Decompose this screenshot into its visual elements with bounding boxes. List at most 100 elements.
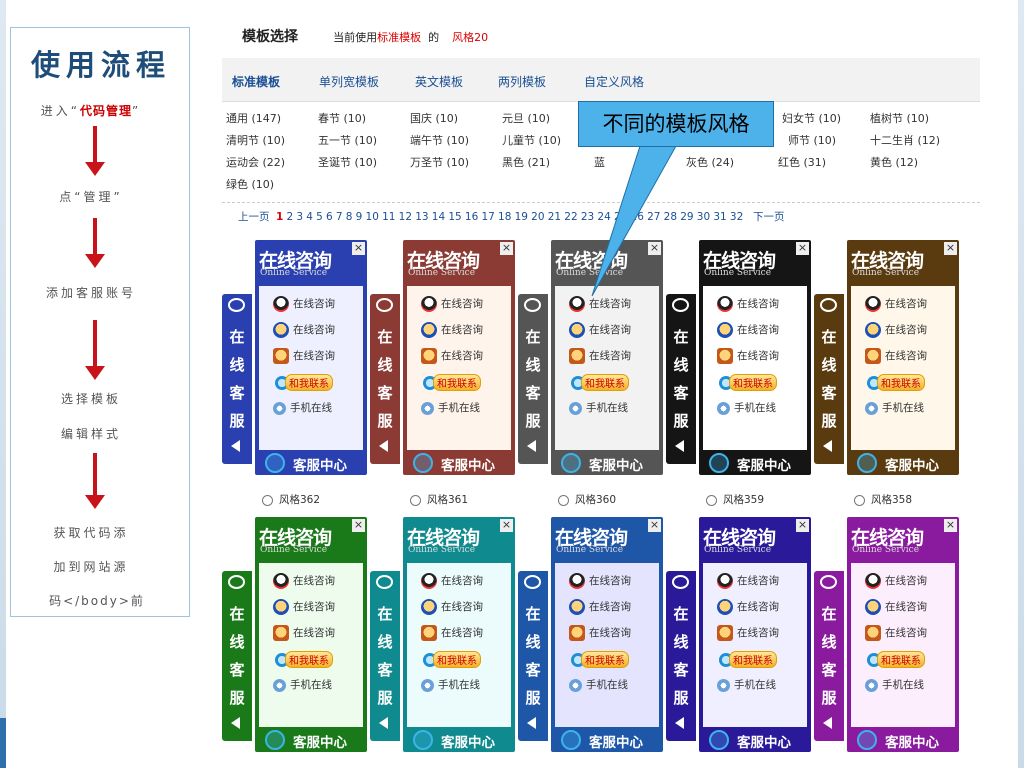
mobile-online-row[interactable]: 手机在线	[717, 677, 776, 692]
page-number-link[interactable]: 9	[356, 211, 363, 223]
category-link[interactable]: 清明节 (10)	[226, 132, 285, 148]
page-number-link[interactable]: 13	[415, 211, 428, 223]
mobile-online-row[interactable]: 手机在线	[273, 400, 332, 415]
page-number-link[interactable]: 21	[548, 211, 561, 223]
qq-chat-row[interactable]: 在线咨询	[421, 296, 483, 312]
page-number-link[interactable]: 8	[346, 211, 353, 223]
chat-row[interactable]: 在线咨询	[569, 322, 631, 338]
close-icon[interactable]: ×	[500, 242, 513, 255]
page-number-link[interactable]: 7	[336, 211, 343, 223]
chat-row[interactable]: 在线咨询	[717, 625, 779, 641]
tab-two-column[interactable]: 两列模板	[498, 73, 546, 90]
chat-row[interactable]: 在线咨询	[273, 322, 335, 338]
page-number-link[interactable]: 5	[316, 211, 323, 223]
chat-row[interactable]: 在线咨询	[865, 599, 927, 615]
contact-me-row[interactable]: 和我联系	[423, 651, 481, 668]
radio-circle-icon[interactable]	[706, 494, 717, 506]
contact-me-row[interactable]: 和我联系	[275, 651, 333, 668]
page-number-link[interactable]: 31	[713, 211, 726, 223]
radio-circle-icon[interactable]	[262, 494, 273, 506]
qq-chat-row[interactable]: 在线咨询	[273, 573, 335, 589]
category-link[interactable]: 绿色 (10)	[226, 176, 274, 192]
contact-me-button[interactable]: 和我联系	[433, 651, 481, 668]
chat-row[interactable]: 在线咨询	[569, 348, 631, 364]
mobile-online-row[interactable]: 手机在线	[865, 400, 924, 415]
widget-side-tab[interactable]: 在 线 客 服	[518, 571, 548, 741]
prev-page-link[interactable]: 上一页	[238, 211, 270, 223]
mobile-online-row[interactable]: 手机在线	[421, 400, 480, 415]
page-number-link[interactable]: 26	[631, 211, 644, 223]
style-radio[interactable]: 风格360	[558, 492, 616, 507]
chat-row[interactable]: 在线咨询	[273, 599, 335, 615]
qq-chat-row[interactable]: 在线咨询	[273, 296, 335, 312]
chat-row[interactable]: 在线咨询	[421, 625, 483, 641]
page-number-link[interactable]: 23	[581, 211, 594, 223]
category-link[interactable]: 红色 (31)	[778, 154, 826, 170]
chat-row[interactable]: 在线咨询	[717, 348, 779, 364]
service-widget-preview[interactable]: 在 线 客 服 在线咨询 Online Service × 在线咨询 在线咨询 …	[814, 517, 966, 752]
mobile-online-row[interactable]: 手机在线	[569, 677, 628, 692]
service-widget-preview[interactable]: 在 线 客 服 在线咨询 Online Service × 在线咨询 在线咨询 …	[814, 240, 966, 475]
page-number-link[interactable]: 11	[382, 211, 395, 223]
contact-me-button[interactable]: 和我联系	[433, 374, 481, 391]
page-number-link[interactable]: 10	[366, 211, 379, 223]
chat-row[interactable]: 在线咨询	[865, 625, 927, 641]
contact-me-row[interactable]: 和我联系	[719, 374, 777, 391]
contact-me-row[interactable]: 和我联系	[571, 374, 629, 391]
category-link[interactable]: 植树节 (10)	[870, 110, 929, 126]
category-link[interactable]: 元旦 (10)	[502, 110, 550, 126]
category-link[interactable]: 万圣节 (10)	[410, 154, 469, 170]
close-icon[interactable]: ×	[500, 519, 513, 532]
contact-me-button[interactable]: 和我联系	[877, 374, 925, 391]
widget-side-tab[interactable]: 在 线 客 服	[666, 294, 696, 464]
category-link[interactable]: 师节 (10)	[788, 132, 836, 148]
chat-row[interactable]: 在线咨询	[865, 348, 927, 364]
qq-chat-row[interactable]: 在线咨询	[569, 573, 631, 589]
chat-row[interactable]: 在线咨询	[569, 599, 631, 615]
mobile-online-row[interactable]: 手机在线	[717, 400, 776, 415]
widget-side-tab[interactable]: 在 线 客 服	[814, 294, 844, 464]
page-number-link[interactable]: 25	[614, 211, 627, 223]
contact-me-row[interactable]: 和我联系	[867, 651, 925, 668]
radio-circle-icon[interactable]	[854, 494, 865, 506]
widget-side-tab[interactable]: 在 线 客 服	[370, 571, 400, 741]
close-icon[interactable]: ×	[648, 519, 661, 532]
service-widget-preview[interactable]: 在 线 客 服 在线咨询 Online Service × 在线咨询 在线咨询 …	[370, 240, 522, 475]
page-number-link[interactable]: 24	[597, 211, 610, 223]
close-icon[interactable]: ×	[796, 519, 809, 532]
widget-side-tab[interactable]: 在 线 客 服	[222, 571, 252, 741]
close-icon[interactable]: ×	[944, 242, 957, 255]
page-number-link[interactable]: 19	[515, 211, 528, 223]
contact-me-button[interactable]: 和我联系	[729, 374, 777, 391]
contact-me-row[interactable]: 和我联系	[275, 374, 333, 391]
chat-row[interactable]: 在线咨询	[273, 625, 335, 641]
chat-row[interactable]: 在线咨询	[569, 625, 631, 641]
category-link[interactable]: 十二生肖 (12)	[870, 132, 940, 148]
tab-single-wide[interactable]: 单列宽模板	[319, 73, 379, 90]
close-icon[interactable]: ×	[352, 519, 365, 532]
category-link[interactable]: 春节 (10)	[318, 110, 366, 126]
mobile-online-row[interactable]: 手机在线	[421, 677, 480, 692]
category-link[interactable]: 蓝	[594, 154, 605, 170]
widget-side-tab[interactable]: 在 线 客 服	[222, 294, 252, 464]
style-radio[interactable]: 风格359	[706, 492, 764, 507]
category-link[interactable]: 妇女节 (10)	[782, 110, 841, 126]
contact-me-button[interactable]: 和我联系	[877, 651, 925, 668]
page-number-link[interactable]: 28	[664, 211, 677, 223]
chat-row[interactable]: 在线咨询	[421, 348, 483, 364]
page-number-link[interactable]: 20	[531, 211, 544, 223]
contact-me-row[interactable]: 和我联系	[867, 374, 925, 391]
service-widget-preview[interactable]: 在 线 客 服 在线咨询 Online Service × 在线咨询 在线咨询 …	[518, 240, 670, 475]
widget-side-tab[interactable]: 在 线 客 服	[518, 294, 548, 464]
service-widget-preview[interactable]: 在 线 客 服 在线咨询 Online Service × 在线咨询 在线咨询 …	[666, 517, 818, 752]
page-number-link[interactable]: 22	[564, 211, 577, 223]
qq-chat-row[interactable]: 在线咨询	[865, 296, 927, 312]
page-number-link[interactable]: 32	[730, 211, 743, 223]
contact-me-row[interactable]: 和我联系	[571, 651, 629, 668]
chat-row[interactable]: 在线咨询	[717, 599, 779, 615]
page-number-link[interactable]: 27	[647, 211, 660, 223]
category-link[interactable]: 端午节 (10)	[410, 132, 469, 148]
page-number-link[interactable]: 6	[326, 211, 333, 223]
tab-custom[interactable]: 自定义风格	[584, 73, 644, 90]
chat-row[interactable]: 在线咨询	[421, 322, 483, 338]
